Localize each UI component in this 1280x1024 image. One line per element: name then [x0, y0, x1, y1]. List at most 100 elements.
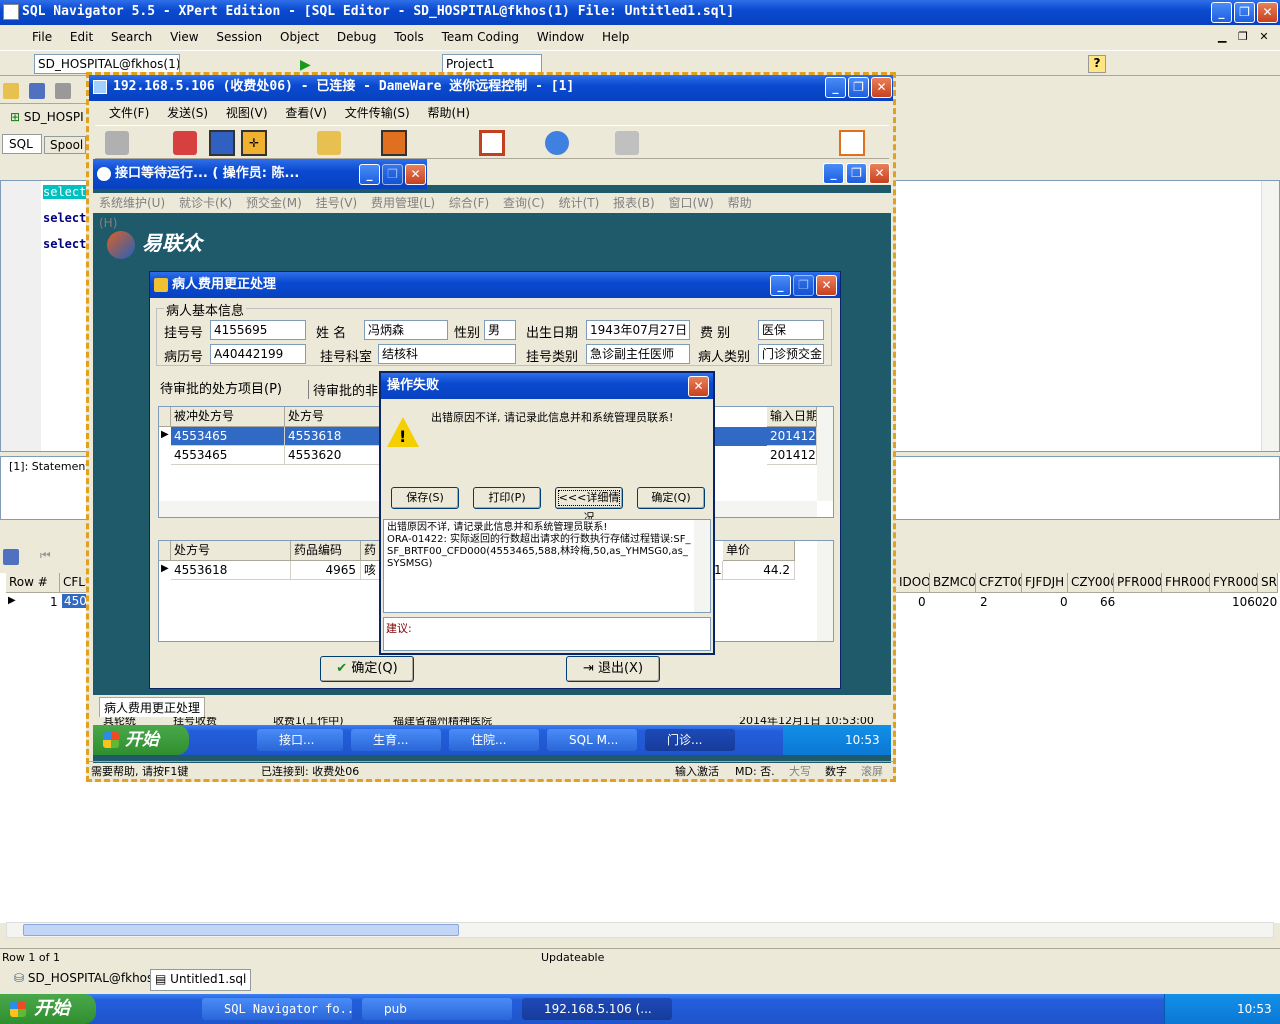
drug-grid-vscroll[interactable] [817, 541, 833, 641]
hscroll-thumb[interactable] [23, 924, 459, 936]
reg-dept-field[interactable]: 结核科 [378, 344, 516, 364]
tree-root[interactable]: ⊞ SD_HOSPI [10, 110, 84, 124]
grid-col-fyr000[interactable]: FYR000 [1210, 573, 1258, 593]
main-close-button[interactable]: ✕ [1257, 2, 1278, 23]
grid-col-bzmc00[interactable]: BZMC00 [930, 573, 976, 593]
remote-status-tab[interactable]: 病人费用更正处理 [99, 697, 206, 718]
dameware-close-button[interactable]: ✕ [871, 77, 892, 98]
grid-col-sr[interactable]: SR [1258, 573, 1278, 593]
rx-grid-vscroll[interactable] [817, 407, 833, 501]
run-icon[interactable]: ▶ [300, 57, 311, 73]
dw-disconnect-icon[interactable] [173, 131, 197, 155]
error-save-button[interactable]: 保存(S) [391, 487, 459, 509]
tab-sql[interactable]: SQL [2, 134, 42, 154]
rx-row-2-offset[interactable]: 4553465 [171, 446, 285, 465]
dw-menu-send[interactable]: 发送(S) [167, 106, 208, 120]
mdi-restore-icon[interactable]: ❐ [1238, 30, 1248, 43]
tab-pending-rx[interactable]: 待审批的处方项目(P) [160, 378, 282, 397]
rx-col-offset-no[interactable]: 被冲处方号 [171, 407, 285, 427]
dw-window-icon[interactable] [839, 130, 865, 156]
dw-menu-file[interactable]: 文件(F) [109, 106, 149, 120]
rm-menu-report[interactable]: 报表(B) [613, 196, 655, 210]
save-icon[interactable] [28, 83, 45, 99]
remote-app-minimize[interactable]: _ [823, 163, 844, 184]
rx-col-input-date[interactable]: 输入日期 [767, 407, 817, 427]
drug-col-code[interactable]: 药品编码 [291, 541, 361, 561]
correction-exit-button[interactable]: ⇥ 退出(X) [566, 656, 660, 682]
dw-connect-icon[interactable] [105, 131, 129, 155]
menu-help[interactable]: Help [602, 30, 629, 44]
correction-minimize-button[interactable]: _ [770, 275, 791, 296]
dw-menu-transfer[interactable]: 文件传输(S) [345, 106, 410, 120]
main-minimize-button[interactable]: _ [1211, 2, 1232, 23]
rx-row-1-date[interactable]: 201412 [767, 427, 817, 446]
rm-menu-card[interactable]: 就诊卡(K) [179, 196, 232, 210]
session-combo[interactable]: SD_HOSPITAL@fkhos(1) [34, 54, 180, 74]
fee-type-field[interactable]: 医保 [758, 320, 824, 340]
grid-col-cfls[interactable]: CFLS [60, 573, 88, 593]
gender-field[interactable]: 男 [484, 320, 516, 340]
menu-session[interactable]: Session [216, 30, 262, 44]
taskbar-item-remote[interactable]: 192.168.5.106 (... [522, 998, 672, 1020]
drug-col-name[interactable]: 药 [361, 541, 381, 561]
editor-vscroll[interactable] [1261, 181, 1279, 451]
grid-col-row-num[interactable]: Row # [6, 573, 60, 593]
dw-settings-icon[interactable] [545, 131, 569, 155]
birth-field[interactable]: 1943年07月27日 [586, 320, 690, 340]
menu-team-coding[interactable]: Team Coding [442, 30, 519, 44]
remote-desktop[interactable]: _ ❐ ✕ 接口等待运行... ( 操作员: 陈... _ ❐ ✕ 系统维护(U… [93, 159, 891, 763]
dameware-minimize-button[interactable]: _ [825, 77, 846, 98]
correction-maximize-button[interactable]: ❐ [793, 275, 814, 296]
bottom-tab-session[interactable]: ⛁ SD_HOSPITAL@fkhos [14, 971, 153, 985]
name-field[interactable]: 冯炳森 [364, 320, 448, 340]
taskbar-item-pub[interactable]: pub [362, 998, 512, 1020]
dw-fullscreen-icon[interactable] [479, 130, 505, 156]
rm-menu-general[interactable]: 综合(F) [449, 196, 489, 210]
remote-task-interface[interactable]: 接口... [257, 729, 343, 751]
grid-col-fjfdjh[interactable]: FJFDJH [1022, 573, 1068, 593]
mdi-minimize-icon[interactable]: ▁ [1218, 30, 1226, 43]
record-no-field[interactable]: A40442199 [210, 344, 306, 364]
taskbar-clock[interactable]: 10:53 [1237, 1002, 1272, 1016]
project-combo[interactable]: Project1 [442, 54, 542, 74]
result-hscroll[interactable] [6, 922, 1274, 938]
print-icon[interactable] [54, 83, 71, 99]
error-print-button[interactable]: 打印(P) [473, 487, 541, 509]
patient-type-field[interactable]: 门诊预交金 [758, 344, 824, 364]
dw-keyboard-icon[interactable] [381, 130, 407, 156]
rm-menu-deposit[interactable]: 预交金(M) [246, 196, 302, 210]
dw-menu-help[interactable]: 帮助(H) [428, 106, 470, 120]
remote-clock[interactable]: 10:53 [845, 733, 880, 747]
reg-no-field[interactable]: 4155695 [210, 320, 306, 340]
child-maximize-button[interactable]: ❐ [382, 164, 403, 185]
bottom-tab-file[interactable]: ▤ Untitled1.sql [150, 969, 252, 991]
tab-pending-other[interactable]: 待审批的非 [308, 380, 378, 399]
dw-menu-view[interactable]: 视图(V) [226, 106, 268, 120]
drug-row-rx[interactable]: 4553618 [171, 561, 291, 580]
child-minimize-button[interactable]: _ [359, 164, 380, 185]
tab-spool[interactable]: Spool [44, 136, 86, 154]
grid-col-czy000[interactable]: CZY000 [1068, 573, 1114, 593]
error-ok-button[interactable]: 确定(Q) [637, 487, 705, 509]
grid-col-pfr000[interactable]: PFR000 [1114, 573, 1162, 593]
rm-menu-query[interactable]: 查询(C) [503, 196, 545, 210]
remote-task-inpatient[interactable]: 住院... [449, 729, 539, 751]
menu-edit[interactable]: Edit [70, 30, 93, 44]
result-first-icon[interactable]: ⏮ [40, 548, 51, 562]
main-maximize-button[interactable]: ❐ [1234, 2, 1255, 23]
drug-row-code[interactable]: 4965 [291, 561, 361, 580]
dameware-maximize-button[interactable]: ❐ [848, 77, 869, 98]
rm-menu-window[interactable]: 窗口(W) [669, 196, 714, 210]
rx-col-rx-no[interactable]: 处方号 [285, 407, 385, 427]
rx-row-2-date[interactable]: 201412 [767, 446, 817, 465]
dw-remote-icon[interactable] [209, 130, 235, 156]
mdi-close-icon[interactable]: ✕ [1259, 30, 1268, 43]
drug-col-rx-no[interactable]: 处方号 [171, 541, 291, 561]
correction-close-button[interactable]: ✕ [816, 275, 837, 296]
open-icon[interactable] [3, 83, 19, 99]
rm-menu-system[interactable]: 系统维护(U) [99, 196, 165, 210]
error-detail-vscroll[interactable] [694, 520, 710, 612]
dw-move-icon[interactable]: ✛ [241, 130, 267, 156]
dw-menu-look[interactable]: 查看(V) [285, 106, 327, 120]
grid-col-fhr000[interactable]: FHR000 [1162, 573, 1210, 593]
